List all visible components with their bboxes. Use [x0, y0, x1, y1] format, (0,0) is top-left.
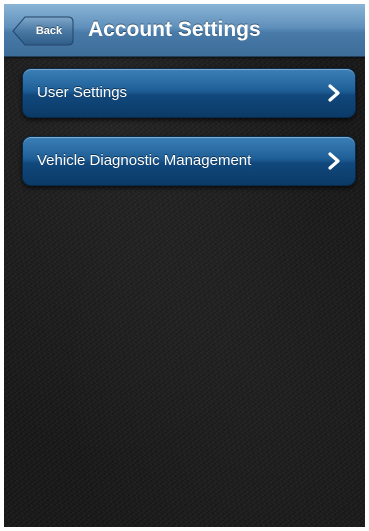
menu-item-user-settings[interactable]: User Settings [22, 68, 356, 118]
chevron-right-icon [328, 84, 340, 102]
settings-menu: User Settings Vehicle Diagnostic Managem… [22, 68, 356, 204]
back-button[interactable]: Back [12, 16, 74, 46]
app-screen: Back Account Settings User Settings Vehi… [4, 4, 365, 527]
back-button-label: Back [35, 25, 63, 37]
page-title: Account Settings [88, 18, 261, 41]
chevron-right-icon [328, 152, 340, 170]
navigation-bar: Back Account Settings [4, 4, 365, 57]
menu-item-vehicle-diagnostic-management[interactable]: Vehicle Diagnostic Management [22, 136, 356, 186]
menu-item-label: User Settings [37, 84, 128, 101]
menu-item-label: Vehicle Diagnostic Management [37, 152, 252, 169]
